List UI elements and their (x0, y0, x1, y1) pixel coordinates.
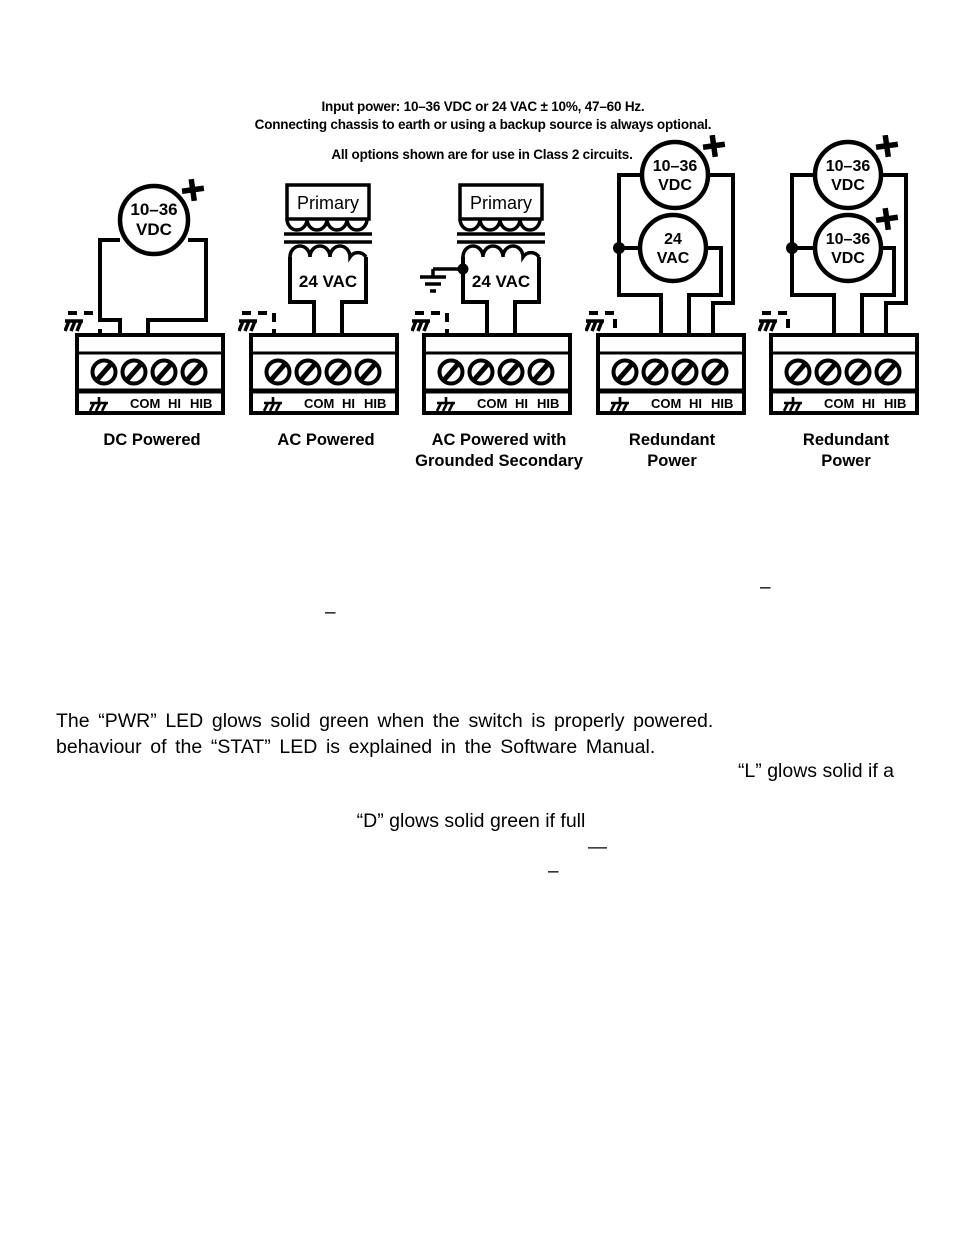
terminal-block: COM HI HIB (769, 333, 919, 415)
header-note-line-1: Input power: 10–36 VDC or 24 VAC ± 10%, … (321, 99, 645, 114)
source-lower-label-line2: VDC (831, 250, 865, 267)
terminal-label-hib: HIB (537, 396, 559, 411)
terminal-label-hib: HIB (884, 396, 906, 411)
earth-ground-icon (420, 269, 446, 293)
body-line-2: behaviour of the “STAT” LED is explained… (56, 736, 656, 758)
primary-label: Primary (297, 193, 359, 213)
source-upper-label-line1: 10–36 (653, 158, 698, 175)
earth-chassis-icon (64, 319, 83, 332)
caption-text-line1: AC Powered with (431, 431, 567, 449)
source-lower-label-line1: 24 (664, 231, 682, 248)
stray-dash-fragment-a: – (760, 577, 771, 598)
earth-chassis-icon (585, 319, 604, 332)
caption-text: AC Powered (277, 431, 375, 449)
source-upper-label-line2: VDC (658, 177, 692, 194)
transformer-secondary: 24 VAC (461, 244, 541, 335)
transformer-secondary: 24 VAC (288, 244, 368, 335)
stray-dash-fragment-b: – (325, 602, 336, 623)
caption-text-line2: Power (821, 452, 871, 470)
terminal-label-hi: HI (515, 396, 528, 411)
stray-dash-fragment-c: — (588, 837, 607, 858)
terminal-label-com: COM (824, 396, 854, 411)
transformer-primary: Primary (458, 183, 544, 232)
body-fragment-center: “D” glows solid green if full (356, 810, 586, 832)
polarity-plus-icon-upper (875, 135, 899, 158)
source-upper-label-line2: VDC (831, 177, 865, 194)
source-circle-lower: 10–36 VDC (812, 212, 884, 284)
junction-dot (613, 242, 625, 254)
caption-dc-powered: DC Powered (52, 430, 252, 451)
junction-dot (786, 242, 798, 254)
stray-dash-fragment-d: – (548, 861, 559, 882)
caption-text-line2: Grounded Secondary (415, 452, 583, 470)
caption-text-line1: Redundant (802, 431, 890, 449)
transformer-primary: Primary (285, 183, 371, 232)
terminal-label-hi: HI (862, 396, 875, 411)
caption-text-line1: Redundant (628, 431, 716, 449)
terminal-label-hi: HI (168, 396, 181, 411)
earth-chassis-icon (238, 319, 257, 332)
terminal-label-hib: HIB (190, 396, 212, 411)
polarity-plus-icon (181, 178, 205, 202)
caption-text-line2: Power (647, 452, 697, 470)
body-paragraph: The “PWR” LED glows solid green when the… (56, 708, 838, 760)
junction-dot (457, 263, 469, 275)
terminal-label-hib: HIB (364, 396, 386, 411)
caption-redundant-power-2: Redundant Power (746, 430, 946, 472)
source-label-line2: VDC (136, 220, 172, 239)
body-line-1: The “PWR” LED glows solid green when the… (56, 710, 714, 732)
body-fragment-right: “L” glows solid if a (737, 760, 894, 782)
source-label-line1: 10–36 (130, 200, 177, 219)
terminal-block: COM HI HIB (422, 333, 572, 415)
source-lower-label-line2: VAC (657, 250, 690, 267)
terminal-label-hib: HIB (711, 396, 733, 411)
polarity-plus-icon-lower (875, 207, 899, 231)
source-lower-label-line1: 10–36 (826, 231, 871, 248)
terminal-label-com: COM (130, 396, 160, 411)
diagram-captions: DC Powered AC Powered AC Powered with Gr… (0, 430, 954, 490)
caption-ac-powered-grounded-secondary: AC Powered with Grounded Secondary (399, 430, 599, 472)
caption-ac-powered: AC Powered (226, 430, 426, 451)
terminal-label-com: COM (477, 396, 507, 411)
primary-label: Primary (470, 193, 532, 213)
terminal-block: COM HI HIB (596, 333, 746, 415)
source-circle-upper: 10–36 VDC (639, 139, 711, 211)
header-note-line-2: Connecting chassis to earth or using a b… (254, 117, 712, 132)
terminal-block: COM HI HIB (75, 333, 225, 415)
terminal-label-com: COM (651, 396, 681, 411)
transformer-core (284, 232, 372, 244)
caption-redundant-power-1: Redundant Power (572, 430, 772, 472)
transformer-core (457, 232, 545, 244)
source-circle-upper: 10–36 VDC (812, 139, 884, 211)
source-upper-label-line1: 10–36 (826, 158, 871, 175)
terminal-label-hi: HI (689, 396, 702, 411)
source-circle-lower: 24 VAC (637, 212, 709, 284)
caption-text: DC Powered (103, 431, 201, 449)
terminal-label-hi: HI (342, 396, 355, 411)
terminal-block: COM HI HIB (249, 333, 399, 415)
secondary-label: 24 VAC (472, 272, 530, 291)
secondary-label: 24 VAC (299, 272, 357, 291)
earth-chassis-icon (758, 319, 777, 332)
earth-chassis-icon (411, 319, 430, 332)
terminal-label-com: COM (304, 396, 334, 411)
polarity-plus-icon-upper (702, 135, 726, 158)
